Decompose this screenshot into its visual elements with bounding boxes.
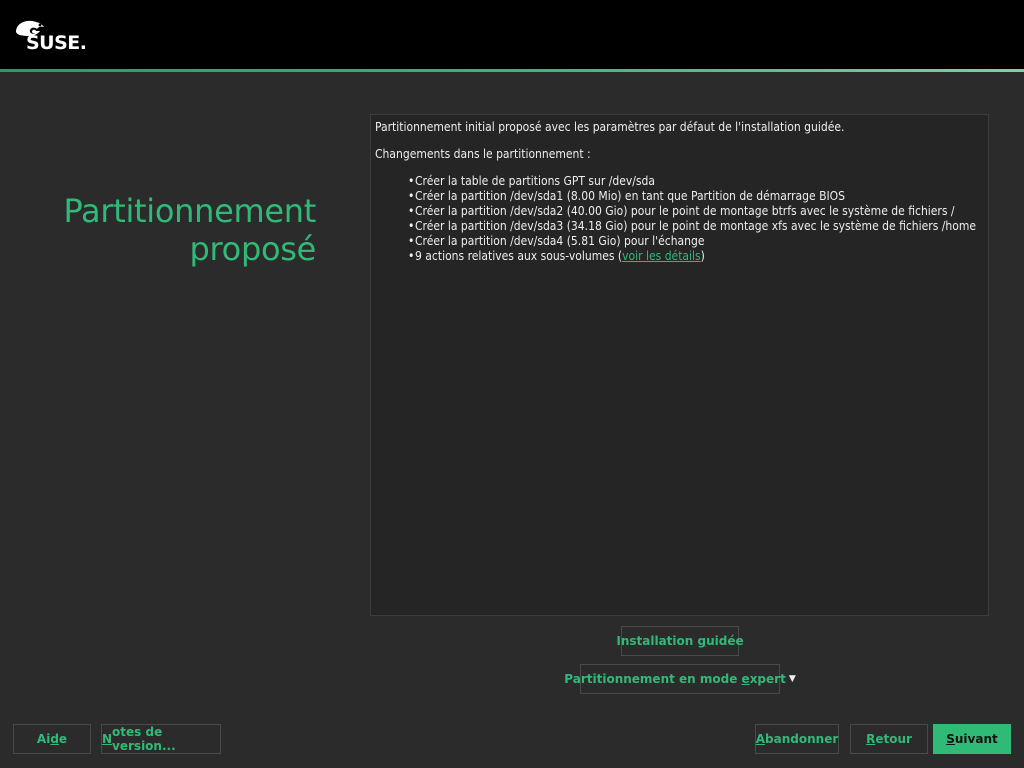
guided-setup-button[interactable]: Installation g uidée [616, 626, 744, 656]
abort-button[interactable]: Abandonner [755, 724, 839, 754]
page-title-line2: proposé [189, 230, 317, 268]
list-item: Créer la partition /dev/sda3 (34.18 Gio)… [408, 219, 984, 234]
back-button[interactable]: Retour [850, 724, 928, 754]
next-button[interactable]: Suivant [933, 724, 1011, 754]
logo-text: SUSE. [26, 32, 87, 54]
suse-logo: SUSE. [14, 18, 94, 54]
list-item-subvolumes: 9 actions relatives aux sous-volumes (vo… [408, 249, 984, 264]
list-item: Créer la partition /dev/sda4 (5.81 Gio) … [408, 234, 984, 249]
subvolumes-prefix: 9 actions relatives aux sous-volumes ( [415, 249, 623, 263]
expert-partitioner-dropdown[interactable]: Partitionnement en mode e xpert ▼ [564, 664, 796, 694]
summary-changes-heading: Changements dans le partitionnement : [375, 147, 591, 161]
accent-line [0, 69, 1024, 72]
help-button[interactable]: Ai d e [13, 724, 91, 754]
list-item: Créer la table de partitions GPT sur /de… [408, 174, 984, 189]
see-details-link[interactable]: voir les détails [622, 249, 701, 263]
changes-list: Créer la table de partitions GPT sur /de… [375, 174, 984, 264]
summary-intro: Partitionnement initial proposé avec les… [375, 120, 845, 134]
page-title: Partitionnement proposé [63, 192, 316, 268]
top-bar: SUSE. [0, 0, 1024, 69]
page-title-line1: Partitionnement [63, 192, 316, 230]
subvolumes-suffix: ) [700, 249, 705, 263]
list-item: Créer la partition /dev/sda2 (40.00 Gio)… [408, 204, 984, 219]
list-item: Créer la partition /dev/sda1 (8.00 Mio) … [408, 189, 984, 204]
release-notes-button[interactable]: Notes de version... [101, 724, 221, 754]
chevron-down-icon: ▼ [788, 674, 796, 684]
proposal-summary: Partitionnement initial proposé avec les… [370, 114, 989, 616]
